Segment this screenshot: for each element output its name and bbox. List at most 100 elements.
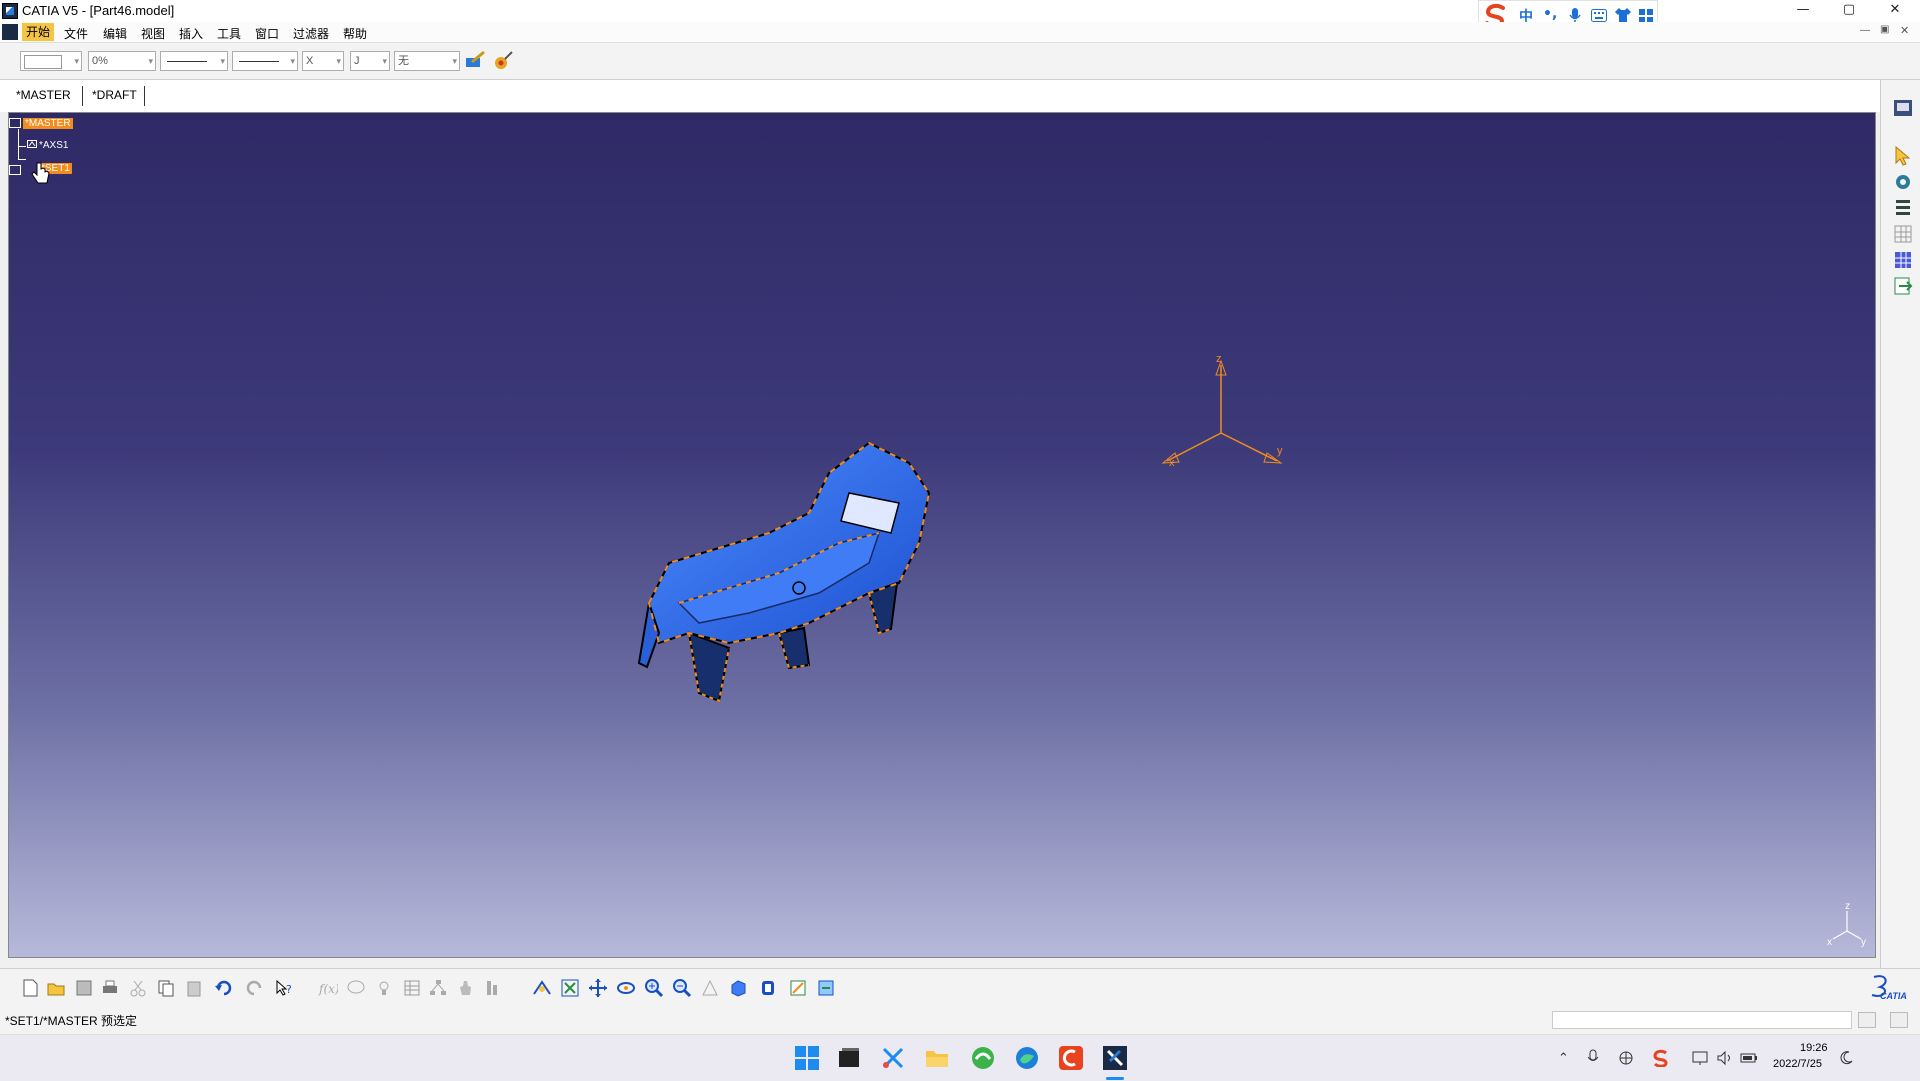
tree-expander-set[interactable] xyxy=(9,165,21,175)
power-input-field[interactable] xyxy=(1552,1011,1852,1029)
compass-z-label: z xyxy=(1845,901,1850,912)
document-icon[interactable] xyxy=(2,24,18,40)
keyboard-icon[interactable] xyxy=(1591,9,1607,22)
clock-time[interactable]: 19:26 xyxy=(1800,1042,1828,1054)
paste-icon[interactable] xyxy=(184,978,204,998)
light-bulb-icon[interactable] xyxy=(374,978,394,998)
transparency-combo[interactable]: 0% ▾ xyxy=(88,51,156,71)
tray-network-globe-icon[interactable] xyxy=(1618,1050,1634,1066)
point-symbol-value: X xyxy=(306,55,314,67)
document-tabs: *MASTER *DRAFT xyxy=(0,80,1880,112)
status-button-2[interactable] xyxy=(1890,1012,1908,1028)
formula-icon[interactable]: f(x) xyxy=(318,978,338,998)
whats-this-help-icon[interactable]: ? xyxy=(274,978,294,998)
hierarchy-icon[interactable] xyxy=(428,978,448,998)
menu-help[interactable]: 帮助 xyxy=(343,25,367,42)
new-file-icon[interactable] xyxy=(20,978,40,998)
comment-icon[interactable] xyxy=(346,978,366,998)
point-symbol-combo[interactable]: X ▾ xyxy=(302,51,344,71)
zoom-out-icon[interactable] xyxy=(672,978,692,998)
minimize-button[interactable]: — xyxy=(1780,0,1826,22)
clock-date[interactable]: 2022/7/25 xyxy=(1773,1058,1822,1070)
360-browser-icon[interactable] xyxy=(970,1045,996,1071)
file-explorer-icon[interactable] xyxy=(924,1045,950,1071)
graphic-properties-icon[interactable] xyxy=(492,50,514,72)
svg-text:?: ? xyxy=(286,983,292,996)
redo-icon[interactable] xyxy=(244,978,264,998)
red-app-icon[interactable] xyxy=(1058,1045,1084,1071)
menu-edit[interactable]: 编辑 xyxy=(103,25,127,42)
tab-divider xyxy=(82,86,83,106)
color-combo[interactable]: ▾ xyxy=(20,51,82,71)
rendering-style-combo[interactable]: 无 ▾ xyxy=(394,51,460,71)
tree-node-master[interactable]: *MASTER xyxy=(23,118,73,129)
tab-draft[interactable]: *DRAFT xyxy=(92,88,137,102)
menu-file[interactable]: 文件 xyxy=(64,25,88,42)
export-icon[interactable] xyxy=(1893,276,1913,296)
print-icon[interactable] xyxy=(100,978,120,998)
menu-window[interactable]: 窗口 xyxy=(255,25,279,42)
3d-viewport[interactable]: *MASTER *AXS1 *SET1 z x y z x y xyxy=(8,112,1876,958)
tab-master[interactable]: *MASTER xyxy=(16,88,71,102)
copy-icon[interactable] xyxy=(156,978,176,998)
line-type-combo[interactable]: ▾ xyxy=(232,51,298,71)
menu-start[interactable]: 开始 xyxy=(22,23,55,41)
edge-browser-icon[interactable] xyxy=(1014,1045,1040,1071)
shading-icon[interactable] xyxy=(758,978,778,998)
rotate-icon[interactable] xyxy=(616,978,636,998)
iso-view-icon[interactable] xyxy=(728,978,748,998)
normal-view-icon[interactable] xyxy=(700,978,720,998)
workbench-icon[interactable] xyxy=(1893,98,1913,118)
hand-tool-icon[interactable] xyxy=(456,978,476,998)
toolbox-grid-icon[interactable] xyxy=(1639,9,1653,23)
fit-all-icon[interactable] xyxy=(560,978,580,998)
fly-mode-icon[interactable] xyxy=(532,978,552,998)
table-grid-icon[interactable] xyxy=(402,978,422,998)
tree-node-axs1[interactable]: *AXS1 xyxy=(37,140,70,151)
3d-part-model[interactable] xyxy=(629,433,989,733)
tray-display-icon[interactable] xyxy=(1692,1050,1710,1066)
tray-microphone-icon[interactable] xyxy=(1586,1049,1600,1067)
menu-tools[interactable]: 工具 xyxy=(217,25,241,42)
windows-start-icon[interactable] xyxy=(794,1045,820,1071)
menu-insert[interactable]: 插入 xyxy=(179,25,203,42)
notification-moon-icon[interactable] xyxy=(1838,1050,1854,1066)
doc-minimize-button[interactable]: — xyxy=(1860,25,1870,36)
layer-combo[interactable]: J ▾ xyxy=(350,51,390,71)
save-icon[interactable] xyxy=(74,978,94,998)
skin-shirt-icon[interactable] xyxy=(1615,8,1631,23)
doc-restore-button[interactable]: ▣ xyxy=(1880,24,1889,35)
hide-show-icon[interactable] xyxy=(788,978,808,998)
tray-battery-icon[interactable] xyxy=(1740,1050,1758,1066)
painter-icon[interactable] xyxy=(464,50,486,72)
tree-expander[interactable] xyxy=(9,118,21,128)
swap-visible-space-icon[interactable] xyxy=(816,978,836,998)
catia-taskbar-icon[interactable] xyxy=(1102,1045,1128,1071)
grid-icon[interactable] xyxy=(1893,224,1913,244)
pan-icon[interactable] xyxy=(588,978,608,998)
analysis-icon[interactable] xyxy=(484,978,504,998)
doc-close-button[interactable]: ✕ xyxy=(1900,24,1909,37)
open-folder-icon[interactable] xyxy=(46,978,66,998)
status-button-1[interactable] xyxy=(1858,1012,1876,1028)
menu-filter[interactable]: 过滤器 xyxy=(293,25,329,42)
catia-app-icon[interactable] xyxy=(2,3,18,19)
right-toolbar xyxy=(1880,80,1920,968)
select-arrow-icon[interactable] xyxy=(1893,146,1913,166)
show-hidden-icons[interactable]: ⌃ xyxy=(1558,1051,1569,1066)
cut-icon[interactable] xyxy=(128,978,148,998)
zoom-in-icon[interactable] xyxy=(644,978,664,998)
settings-gear-icon[interactable] xyxy=(1893,172,1913,192)
close-button[interactable]: ✕ xyxy=(1872,0,1918,22)
snipping-tool-icon[interactable] xyxy=(880,1045,906,1071)
ime-punct-label[interactable]: •, xyxy=(1543,6,1557,22)
layer-stack-icon[interactable] xyxy=(1893,198,1913,218)
line-weight-combo[interactable]: ▾ xyxy=(160,51,228,71)
tray-volume-icon[interactable] xyxy=(1716,1050,1734,1066)
table-icon[interactable] xyxy=(1893,250,1913,270)
undo-icon[interactable] xyxy=(214,978,234,998)
task-view-icon[interactable] xyxy=(836,1045,862,1071)
restore-button[interactable]: ▢ xyxy=(1826,0,1872,22)
tray-sogou-icon[interactable] xyxy=(1652,1049,1670,1067)
menu-view[interactable]: 视图 xyxy=(141,25,165,42)
